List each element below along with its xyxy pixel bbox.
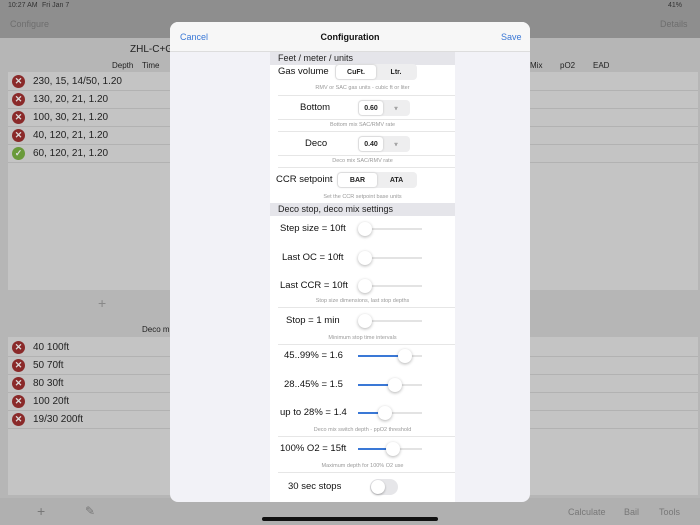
deco-row-text: 40 100ft [33, 342, 70, 353]
deco-caption: Deco mix SAC/RMV rate [332, 158, 393, 164]
delete-icon[interactable]: ✕ [12, 93, 25, 106]
edit-icon[interactable]: ✎ [85, 504, 95, 518]
delete-icon[interactable]: ✕ [12, 359, 25, 372]
delete-icon[interactable]: ✕ [12, 395, 25, 408]
setting-0-slider[interactable] [358, 222, 422, 236]
deco-label: Deco [305, 138, 328, 149]
plan-row-text: 130, 20, 21, 1.20 [33, 94, 109, 105]
slider-thumb[interactable] [398, 349, 412, 363]
stop-caption: Stop size dimensions, last stop depths [315, 298, 410, 304]
option-cuft[interactable]: CuFt. [336, 65, 376, 79]
option-ltr[interactable]: Ltr. [376, 65, 416, 79]
check-icon[interactable]: ✓ [12, 147, 25, 160]
delete-icon[interactable]: ✕ [12, 129, 25, 142]
dropdown-arrow-icon[interactable]: ▿ [383, 137, 409, 151]
details-button[interactable]: Details [660, 19, 688, 29]
ppo2-1-slider[interactable] [358, 377, 422, 392]
deco-row-text: 80 30ft [33, 378, 64, 389]
calculate-tab[interactable]: Calculate [568, 507, 606, 517]
status-date: Fri Jan 7 [42, 2, 70, 9]
slider-thumb[interactable] [358, 314, 372, 328]
setting-2-slider[interactable] [358, 279, 422, 293]
thirty-sec-toggle[interactable] [370, 479, 398, 495]
setting-0-label: Step size = 10ft [280, 223, 346, 234]
status-time: 10:27 AM [8, 2, 38, 9]
delete-icon[interactable]: ✕ [12, 111, 25, 124]
tab-bar: + ✎ Calculate Bail Tools [0, 498, 700, 525]
bottom-picker[interactable]: 0.60 ▿ [358, 100, 410, 116]
ccr-caption: Set the CCR setpoint base units [323, 194, 402, 200]
col-ead: EAD [593, 61, 610, 70]
bottom-caption: Bottom mix SAC/RMV rate [329, 122, 396, 128]
col-mix: Mix [530, 61, 543, 70]
deco-row-text: 50 70ft [33, 360, 64, 371]
col-time: Time [142, 61, 160, 70]
add-button[interactable]: + [37, 503, 45, 519]
gas-volume-caption: RMV or SAC gas units - cubic ft or liter [315, 85, 410, 91]
configuration-modal: Cancel Configuration Save Feet / meter /… [170, 22, 530, 502]
o2-depth-label: 100% O2 = 15ft [280, 443, 347, 454]
slider-thumb[interactable] [388, 377, 402, 392]
slider-thumb[interactable] [378, 406, 392, 420]
plan-row-text: 230, 15, 14/50, 1.20 [33, 76, 122, 87]
ccr-segmented[interactable]: BAR ATA [337, 172, 417, 188]
ccr-label: CCR setpoint [276, 174, 333, 185]
option-ata[interactable]: ATA [377, 173, 416, 187]
gas-volume-segmented[interactable]: CuFt. Ltr. [335, 64, 417, 80]
plan-row-text: 40, 120, 21, 1.20 [33, 130, 109, 141]
delete-icon[interactable]: ✕ [12, 377, 25, 390]
option-bar[interactable]: BAR [338, 173, 377, 187]
delete-icon[interactable]: ✕ [12, 75, 25, 88]
stop-time-slider[interactable] [358, 314, 422, 328]
o2-depth-slider[interactable] [358, 442, 422, 456]
section-deco: Deco stop, deco mix settings [270, 203, 455, 216]
tools-tab[interactable]: Tools [659, 507, 680, 517]
ppo2-2-slider[interactable] [358, 406, 422, 420]
save-button[interactable]: Save [501, 32, 522, 42]
deco-row-text: 19/30 200ft [33, 414, 84, 425]
configure-button[interactable]: Configure [10, 19, 49, 29]
settings-list[interactable]: Feet / meter / units Gas volume CuFt. Lt… [270, 52, 455, 502]
ppo2-0-slider[interactable] [358, 349, 422, 363]
ppo2-0-label: 45..99% = 1.6 [284, 350, 343, 361]
delete-icon[interactable]: ✕ [12, 341, 25, 354]
bail-tab[interactable]: Bail [624, 507, 639, 517]
o2-caption: Maximum depth for 100% O2 use [321, 463, 404, 469]
slider-thumb[interactable] [358, 279, 372, 293]
plan-row-text: 100, 30, 21, 1.20 [33, 112, 109, 123]
dropdown-arrow-icon[interactable]: ▿ [383, 101, 409, 115]
gas-volume-label: Gas volume [278, 66, 329, 77]
ppo2-1-label: 28..45% = 1.5 [284, 378, 343, 390]
modal-header: Cancel Configuration Save [170, 22, 530, 52]
setting-2-label: Last CCR = 10ft [280, 280, 348, 291]
add-plan-button[interactable]: + [98, 295, 106, 311]
ppo2-2-label: up to 28% = 1.4 [280, 407, 347, 418]
stop-time-caption: Minimum stop time intervals [328, 335, 397, 341]
deco-title: Deco m [142, 325, 170, 334]
plan-row-text: 60, 120, 21, 1.20 [33, 148, 109, 159]
stop-time-label: Stop = 1 min [286, 315, 340, 326]
slider-thumb[interactable] [358, 250, 372, 265]
col-depth: Depth [112, 61, 134, 70]
switch-caption: Deco mix switch depth - ppO2 threshold [313, 427, 412, 433]
setting-1-label: Last OC = 10ft [282, 251, 344, 263]
thirty-sec-label: 30 sec stops [288, 481, 342, 492]
slider-thumb[interactable] [385, 442, 400, 456]
bottom-label: Bottom [300, 102, 331, 113]
delete-icon[interactable]: ✕ [12, 413, 25, 426]
plan-title: ZHL-C+G [130, 44, 174, 55]
home-indicator [262, 517, 438, 521]
slider-thumb[interactable] [358, 222, 372, 236]
status-bar: 10:27 AM Fri Jan 7 41% [0, 0, 700, 12]
col-po2: pO2 [560, 61, 576, 70]
deco-picker[interactable]: 0.40 ▿ [358, 136, 410, 152]
battery-level: 41% [668, 2, 683, 9]
setting-1-slider[interactable] [358, 250, 422, 265]
deco-row-text: 100 20ft [33, 396, 70, 407]
deco-value: 0.40 [359, 137, 383, 151]
bottom-value: 0.60 [359, 101, 383, 115]
modal-title: Configuration [320, 32, 380, 42]
